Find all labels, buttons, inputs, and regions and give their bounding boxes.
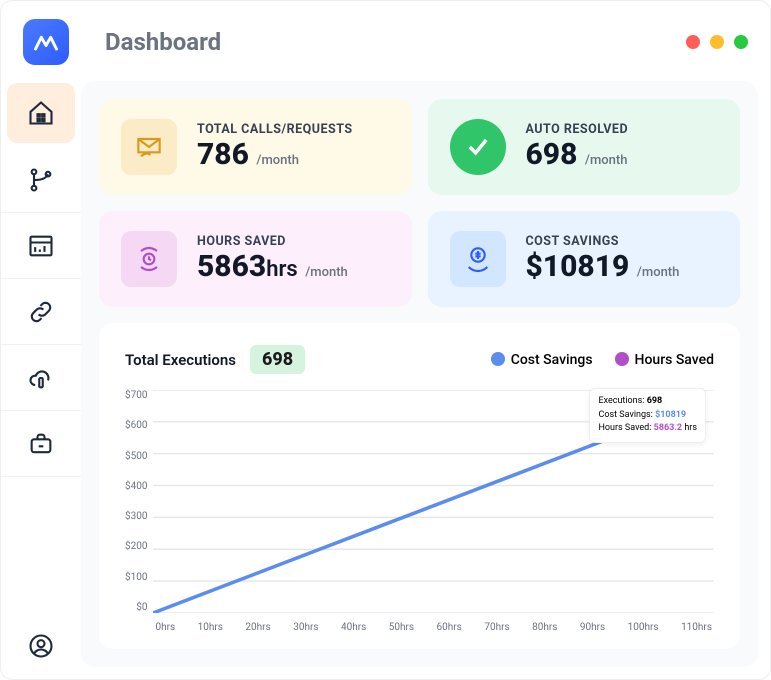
xtick: 80hrs — [532, 622, 557, 633]
xtick: 10hrs — [198, 622, 223, 633]
sidebar-item-home[interactable] — [7, 83, 75, 143]
main: TOTAL CALLS/REQUESTS 786 /month AUTO RES… — [81, 81, 758, 667]
ytick: $300 — [125, 511, 147, 522]
window-controls — [686, 35, 748, 49]
cost-icon — [450, 231, 506, 287]
period: /month — [585, 153, 628, 168]
close-dot[interactable] — [686, 35, 700, 49]
dot-purple-icon — [615, 352, 629, 366]
user-icon — [27, 632, 55, 660]
ytick: $0 — [136, 602, 147, 613]
sidebar-item-cloud[interactable] — [1, 345, 81, 411]
xtick: 70hrs — [484, 622, 509, 633]
tt-cost-label: Cost Savings: — [598, 410, 652, 420]
ytick: $200 — [125, 541, 147, 552]
chart-header: Total Executions 698 Cost Savings Hours … — [125, 345, 714, 374]
unit: hrs — [266, 257, 298, 282]
tt-exec-label: Executions: — [598, 396, 644, 406]
maximize-dot[interactable] — [734, 35, 748, 49]
ytick: $700 — [125, 390, 147, 401]
card-text: AUTO RESOLVED 698 /month — [526, 122, 629, 172]
check-icon — [450, 119, 506, 175]
app-logo[interactable] — [23, 19, 69, 65]
val: $10819 — [526, 249, 630, 284]
sidebar-item-link[interactable] — [1, 279, 81, 345]
val: 698 — [526, 137, 578, 172]
chart-title: Total Executions — [125, 351, 236, 369]
card-text: TOTAL CALLS/REQUESTS 786 /month — [197, 122, 353, 172]
ytick: $500 — [125, 451, 147, 462]
hours-icon — [121, 231, 177, 287]
card-auto-resolved: AUTO RESOLVED 698 /month — [428, 99, 741, 195]
xtick: 0hrs — [155, 622, 175, 633]
legend-hours-label: Hours Saved — [635, 352, 714, 368]
legend-hours: Hours Saved — [615, 352, 714, 368]
dot-blue-icon — [491, 352, 505, 366]
body: TOTAL CALLS/REQUESTS 786 /month AUTO RES… — [1, 75, 770, 679]
chart-tooltip: Executions: 698 Cost Savings: $10819 Hou… — [589, 388, 706, 443]
card-value: 698 /month — [526, 137, 629, 172]
sidebar — [1, 75, 81, 679]
xtick: 110hrs — [681, 622, 712, 633]
val: 5863 — [197, 249, 266, 284]
chart-legend: Cost Savings Hours Saved — [491, 352, 714, 368]
xtick: 90hrs — [580, 622, 605, 633]
page-title: Dashboard — [105, 28, 221, 56]
ytick: $100 — [125, 572, 147, 583]
cloud-icon — [27, 364, 55, 392]
sidebar-item-user[interactable] — [1, 613, 81, 679]
calls-icon — [121, 119, 177, 175]
period: /month — [256, 153, 299, 168]
xtick: 20hrs — [245, 622, 270, 633]
period: /month — [305, 265, 348, 280]
xtick: 30hrs — [293, 622, 318, 633]
card-value: 786 /month — [197, 137, 353, 172]
link-icon — [27, 298, 55, 326]
card-label: AUTO RESOLVED — [526, 122, 629, 137]
ytick: $600 — [125, 420, 147, 431]
sidebar-item-briefcase[interactable] — [1, 411, 81, 477]
card-value: $10819 /month — [526, 249, 680, 284]
card-total-calls: TOTAL CALLS/REQUESTS 786 /month — [99, 99, 412, 195]
legend-cost-label: Cost Savings — [511, 352, 593, 368]
briefcase-icon — [27, 430, 55, 458]
y-axis: $700 $600 $500 $400 $300 $200 $100 $0 — [125, 384, 153, 633]
sidebar-item-chart[interactable] — [1, 213, 81, 279]
chart-icon — [27, 232, 55, 260]
stat-cards: TOTAL CALLS/REQUESTS 786 /month AUTO RES… — [99, 99, 740, 307]
xtick: 60hrs — [437, 622, 462, 633]
period: /month — [637, 265, 680, 280]
val: 786 — [197, 137, 249, 172]
card-text: COST SAVINGS $10819 /month — [526, 234, 680, 284]
tt-hours-val: 5863.2 — [654, 423, 682, 433]
xtick: 50hrs — [389, 622, 414, 633]
card-text: HOURS SAVED 5863hrs /month — [197, 234, 348, 284]
card-hours-saved: HOURS SAVED 5863hrs /month — [99, 211, 412, 307]
header: Dashboard — [1, 1, 770, 75]
xtick: 40hrs — [341, 622, 366, 633]
tt-cost-val: $10819 — [655, 410, 686, 420]
branch-icon — [27, 166, 55, 194]
card-cost-savings: COST SAVINGS $10819 /month — [428, 211, 741, 307]
card-label: COST SAVINGS — [526, 234, 680, 249]
chart-card: Total Executions 698 Cost Savings Hours … — [99, 323, 740, 649]
x-axis: 0hrs 10hrs 20hrs 30hrs 40hrs 50hrs 60hrs… — [153, 622, 714, 633]
ytick: $400 — [125, 481, 147, 492]
minimize-dot[interactable] — [710, 35, 724, 49]
xtick: 100hrs — [628, 622, 659, 633]
tt-hours-unit: hrs — [684, 423, 697, 433]
chart-badge: 698 — [250, 345, 305, 374]
card-label: HOURS SAVED — [197, 234, 348, 249]
chart-area: $700 $600 $500 $400 $300 $200 $100 $0 — [125, 384, 714, 633]
logo-icon — [32, 28, 60, 56]
tt-exec-val: 698 — [647, 396, 663, 406]
tt-hours-label: Hours Saved: — [598, 423, 651, 433]
plot[interactable]: Executions: 698 Cost Savings: $10819 Hou… — [153, 384, 714, 633]
card-value: 5863hrs /month — [197, 249, 348, 284]
sidebar-item-branch[interactable] — [1, 147, 81, 213]
card-label: TOTAL CALLS/REQUESTS — [197, 122, 353, 137]
legend-cost: Cost Savings — [491, 352, 593, 368]
home-icon — [27, 99, 55, 127]
app-window: Dashboard — [0, 0, 771, 680]
